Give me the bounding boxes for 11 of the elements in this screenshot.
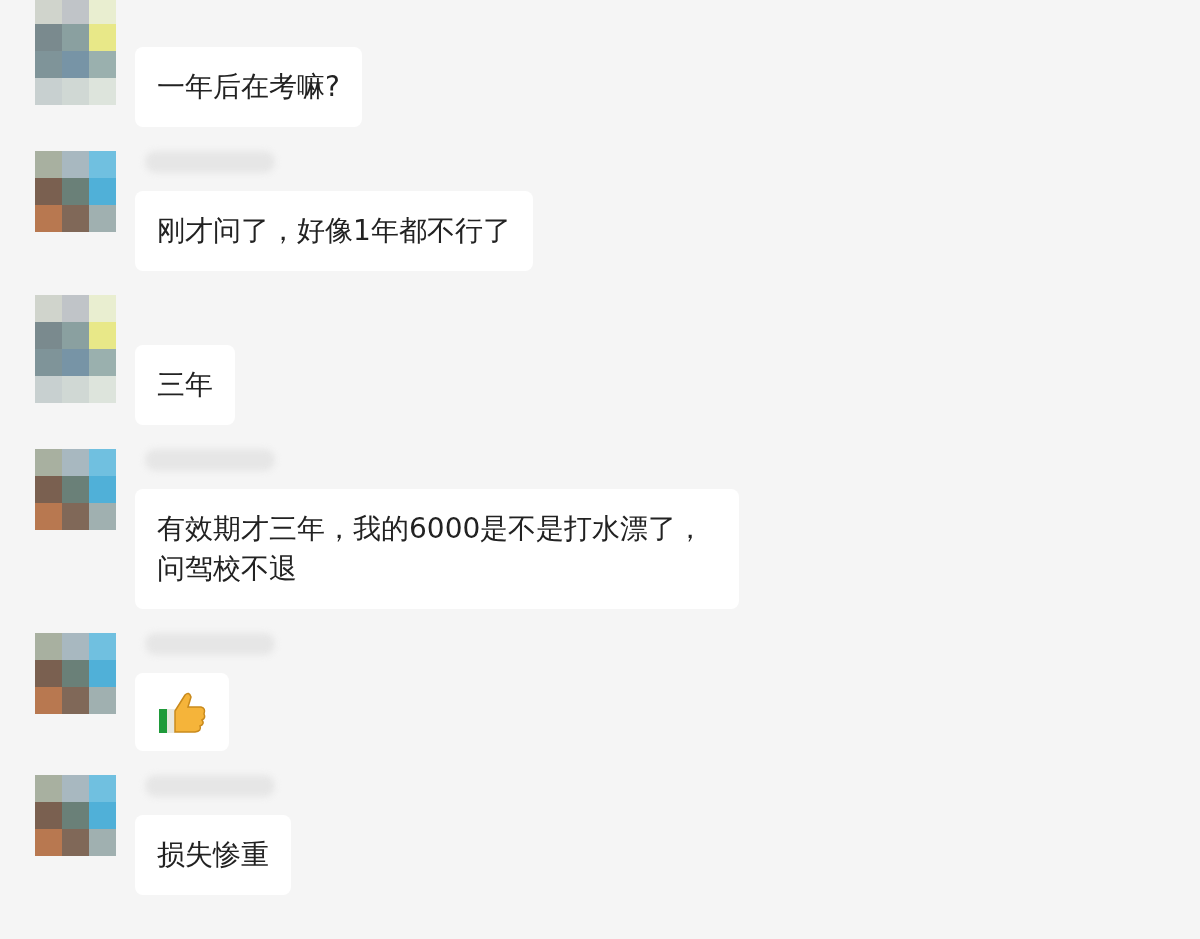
- message-bubble: 刚才问了，好像1年都不行了: [135, 191, 533, 271]
- avatar-icon: [35, 633, 116, 714]
- avatar-icon: [35, 295, 116, 403]
- avatar-icon: [35, 775, 116, 856]
- message-bubble: 三年: [135, 345, 235, 425]
- avatar-icon: [35, 151, 116, 232]
- message-bubble: 有效期才三年，我的6000是不是打水漂了，问驾校不退: [135, 489, 739, 609]
- avatar-icon: [35, 449, 116, 530]
- message-bubble: 损失惨重: [135, 815, 291, 895]
- message-bubble: 一年后在考嘛?: [135, 47, 362, 127]
- avatar-icon: [35, 0, 116, 105]
